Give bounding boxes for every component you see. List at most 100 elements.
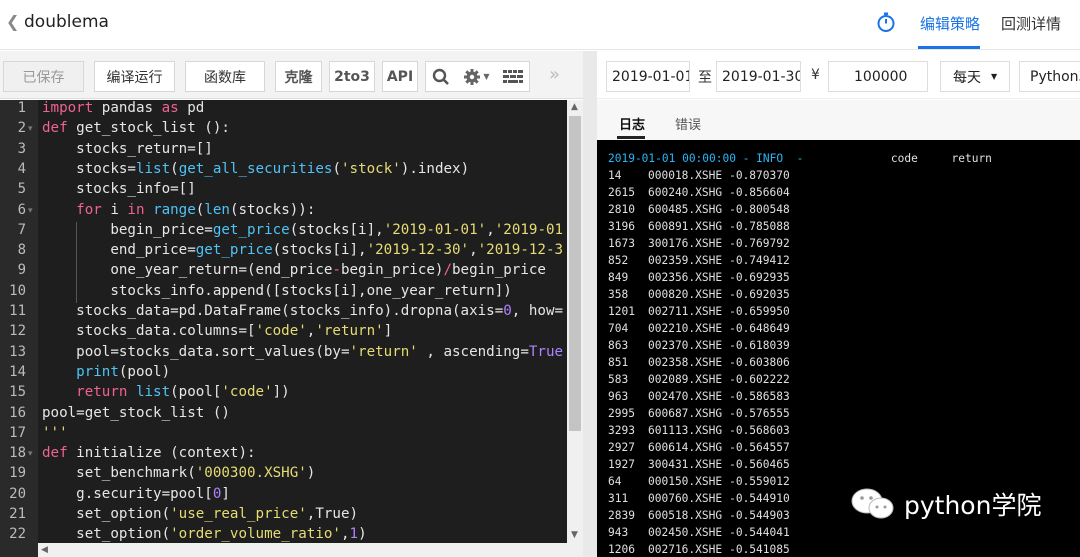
code-line[interactable]: def get_stock_list (): [42,120,230,136]
log-timestamp: 2019-01-01 00:00:00 - INFO - [608,152,804,165]
log-row-return: -0.785088 [729,220,790,233]
caret-down-icon: ▼ [991,72,998,81]
code-line[interactable]: stocks_return=[] [42,141,213,157]
tab-edit-strategy[interactable]: 编辑策略 [920,13,980,34]
log-row-code: 300176.XSHE [648,237,723,250]
capital-input[interactable]: 100000 [828,61,928,92]
code-line[interactable]: set_option('use_real_price',True) [42,506,358,522]
log-row-index: 583 [608,373,629,386]
line-number: 5 [17,181,26,198]
active-log-tab-indicator [617,136,645,139]
tab-log[interactable]: 日志 [619,114,645,133]
code-line[interactable]: one_year_return=(end_price-begin_price)/… [42,262,546,278]
watermark-text: python学院 [904,491,1042,520]
code-line[interactable]: ''' [42,425,68,441]
log-row-return: -0.568603 [729,424,790,437]
settings-dropdown[interactable]: ▼ [463,68,490,86]
code-line[interactable]: stocks_data=pd.DataFrame(stocks_info).dr… [42,303,563,319]
code-line[interactable]: pool=stocks_data.sort_values(by='return'… [42,344,563,360]
scroll-left-arrow-icon[interactable]: ◀ [41,545,48,555]
code-editor[interactable]: 1 import pandas as pd 2 ▾ def get_stock_list… [0,100,583,557]
line-number: 6 [17,201,26,218]
log-row-return: -0.560465 [729,458,790,471]
indent-guide [76,221,77,303]
back-chevron-icon[interactable]: ❮ [6,12,19,31]
editor-scroll-thumb[interactable] [569,116,581,431]
log-row-index: 1206 [608,543,635,556]
log-row-code: 000150.XSHE [648,475,723,488]
line-number: 7 [17,221,26,238]
frequency-select[interactable]: 每天 ▼ [940,61,1010,92]
editor-horizontal-scrollbar[interactable]: ◀ [38,543,583,557]
log-row-code: 002358.XSHE [648,356,723,369]
code-line[interactable]: stocks=list(get_all_securities('stock').… [42,161,469,177]
log-row: 851 002358.XSHE -0.603806 [608,356,790,369]
code-line[interactable]: begin_price=get_price(stocks[i],'2019-01… [42,222,563,238]
code-line[interactable]: set_benchmark('000300.XSHG') [42,465,315,481]
tab-error[interactable]: 错误 [675,114,701,133]
line-number: 3 [17,140,26,157]
clone-button[interactable]: 克隆 [275,61,322,92]
collapse-panel-icon[interactable]: » [549,64,560,85]
tool-group: ▼ [425,61,530,92]
line-number: 9 [17,262,26,279]
code-line[interactable]: g.security=pool[0] [42,486,230,502]
log-row-return: -0.749412 [729,254,790,267]
code-line[interactable]: pool=get_stock_list () [42,405,230,421]
log-row-return: -0.692035 [729,288,790,301]
log-row: 1673 300176.XSHE -0.769792 [608,237,790,250]
compile-run-button[interactable]: 编译运行 [94,61,175,92]
log-row: 358 000820.XSHE -0.692035 [608,288,790,301]
code-line[interactable]: import pandas as pd [42,100,204,116]
function-library-button[interactable]: 函数库 [185,61,265,92]
api-button[interactable]: API [382,61,418,92]
log-row-return: -0.603806 [729,356,790,369]
code-line[interactable]: stocks_info=[] [42,181,196,197]
start-date-input[interactable]: 2019-01-01 [606,61,690,92]
log-row: 963 002470.XSHE -0.586583 [608,390,790,403]
code-line[interactable]: def initialize (context): [42,445,256,461]
scroll-up-arrow-icon[interactable]: ▲ [571,102,578,112]
code-line[interactable]: return list(pool['code']) [42,384,290,400]
log-row-code: 002210.XSHE [648,322,723,335]
code-line[interactable]: set_option('order_volume_ratio',1) [42,526,366,542]
stopwatch-icon[interactable] [875,11,897,33]
fold-toggle-icon[interactable]: ▾ [28,449,33,459]
backtest-settings-bar: 2019-01-01 至 2019-01-30 ¥ 100000 每天 ▼ Py… [597,51,1080,99]
log-row: 1201 002711.XSHE -0.659950 [608,305,790,318]
log-row-code: 600614.XSHG [648,441,723,454]
language-select[interactable]: Python3 [1019,61,1080,92]
log-row-return: -0.618039 [729,339,790,352]
log-row-code: 002359.XSHE [648,254,723,267]
fold-toggle-icon[interactable]: ▾ [28,206,33,216]
2to3-button[interactable]: 2to3 [329,61,375,92]
line-number: 16 [9,404,26,421]
keyboard-icon[interactable] [502,69,523,84]
scroll-down-arrow-icon[interactable]: ▼ [571,530,578,540]
log-header-line: 2019-01-01 00:00:00 - INFO - code return [608,152,992,165]
log-row-index: 311 [608,492,629,505]
line-number: 20 [9,485,26,502]
log-row-code: 601113.XSHG [648,424,723,437]
fold-toggle-icon[interactable]: ▾ [28,124,33,134]
log-row-code: 002370.XSHE [648,339,723,352]
code-line[interactable]: stocks_data.columns=['code','return'] [42,323,392,339]
log-row-index: 1673 [608,237,635,250]
end-date-input[interactable]: 2019-01-30 [716,61,801,92]
log-row-code: 600687.XSHG [648,407,723,420]
tab-backtest-details[interactable]: 回测详情 [1001,13,1061,34]
code-line[interactable]: end_price=get_price(stocks[i],'2019-12-3… [42,242,563,258]
log-row-code: 002450.XSHE [648,526,723,539]
log-row-return: -0.800548 [729,203,790,216]
panel-divider[interactable] [583,51,597,557]
log-row-index: 1201 [608,305,635,318]
saved-button[interactable]: 已保存 [3,61,84,92]
log-row: 2810 600485.XSHG -0.800548 [608,203,790,216]
search-icon[interactable] [432,68,450,86]
code-line[interactable]: stocks_info.append([stocks[i],one_year_r… [42,283,511,299]
log-row: 64 000150.XSHE -0.559012 [608,475,790,488]
log-row-index: 2995 [608,407,635,420]
code-line[interactable]: for i in range(len(stocks)): [42,202,315,218]
code-line[interactable]: print(pool) [42,364,170,380]
log-row-return: -0.856604 [729,186,790,199]
